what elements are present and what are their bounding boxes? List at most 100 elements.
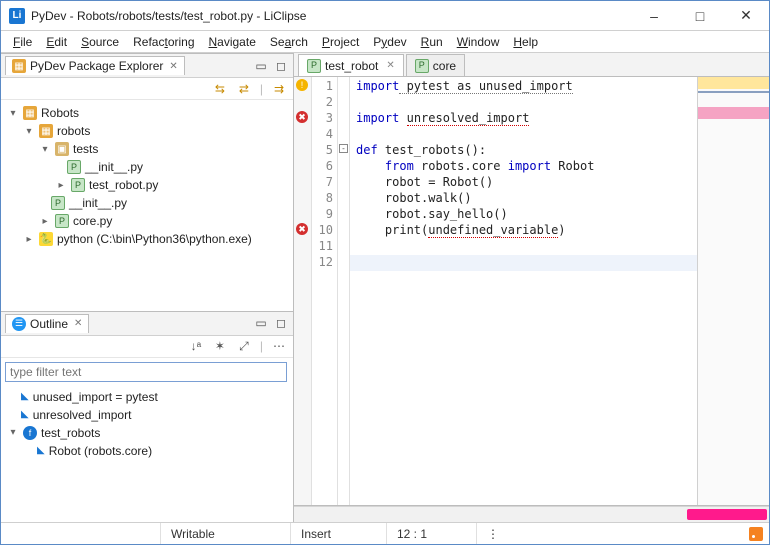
current-line [350, 255, 697, 271]
editor-tab-core[interactable]: P core [406, 54, 465, 76]
collapse-all-icon[interactable]: ⇆ [212, 81, 228, 97]
hide-fields-icon[interactable]: ✶ [212, 338, 228, 354]
overview-error[interactable] [698, 113, 769, 119]
outline-body[interactable]: ◣ unused_import = pytest ◣ unresolved_im… [1, 386, 293, 466]
close-button[interactable]: ✕ [723, 1, 769, 31]
line-number: 9 [312, 207, 337, 223]
outline-header: ☰ Outline ✕ ▭ ◻ [1, 312, 293, 336]
expand-icon[interactable]: ▾ [7, 427, 19, 438]
warning-marker-icon[interactable]: ! [296, 79, 308, 91]
expand-icon[interactable]: ▾ [23, 126, 35, 137]
file-label[interactable]: __init__.py [69, 196, 127, 210]
outline-icon: ☰ [12, 317, 26, 331]
expand-icon[interactable]: ▸ [39, 216, 51, 227]
maximize-button[interactable]: □ [677, 1, 723, 31]
fold-toggle-icon[interactable]: - [339, 144, 348, 153]
line-number: 8 [312, 191, 337, 207]
file-label[interactable]: test_robot.py [89, 178, 158, 192]
app-icon: Li [9, 8, 25, 24]
editor-tabs: P test_robot ✕ P core [294, 53, 769, 77]
line-number: 5 [312, 143, 337, 159]
link-editor-icon[interactable]: ⇄ [236, 81, 252, 97]
file-label[interactable]: core.py [73, 214, 112, 228]
python-file-icon: P [55, 214, 69, 228]
maximize-view-icon[interactable]: ◻ [273, 315, 289, 331]
minimize-view-icon[interactable]: ▭ [253, 58, 269, 74]
menu-help[interactable]: Help [507, 33, 544, 51]
folding-ruler[interactable]: - [338, 77, 350, 505]
editor-tab-test-robot[interactable]: P test_robot ✕ [298, 54, 404, 76]
status-menu[interactable]: ⋮ [477, 523, 509, 544]
editor-area: P test_robot ✕ P core ! ✖ ✖ 1 2 [294, 53, 769, 522]
view-menu-icon[interactable]: ⇉ [271, 81, 287, 97]
function-icon: f [23, 426, 37, 440]
sort-icon[interactable]: ↓ᵃ [188, 338, 204, 354]
left-column: ▦ PyDev Package Explorer ✕ ▭ ◻ ⇆ ⇄ | ⇉ [1, 53, 294, 522]
menu-file[interactable]: File [7, 33, 38, 51]
editor-horizontal-scrollbar[interactable] [294, 506, 769, 522]
code-editor[interactable]: import pytest as unused_import import un… [350, 77, 697, 505]
expand-icon[interactable]: ⤢ [236, 338, 252, 354]
outline-item[interactable]: unresolved_import [33, 408, 132, 422]
project-icon: ▦ [23, 106, 37, 120]
view-menu-icon[interactable]: ⋯ [271, 338, 287, 354]
status-writable: Writable [161, 523, 291, 544]
menu-pydev[interactable]: Pydev [367, 33, 412, 51]
folder-label[interactable]: tests [73, 142, 98, 156]
overview-warning[interactable] [698, 83, 769, 89]
titlebar[interactable]: Li PyDev - Robots/robots/tests/test_robo… [1, 1, 769, 31]
window-title: PyDev - Robots/robots/tests/test_robot.p… [31, 9, 631, 23]
maximize-view-icon[interactable]: ◻ [273, 58, 289, 74]
menu-refactoring[interactable]: Refactoring [127, 33, 200, 51]
expand-icon[interactable]: ▾ [7, 108, 19, 119]
minimize-button[interactable]: – [631, 1, 677, 31]
close-icon[interactable]: ✕ [74, 318, 82, 329]
overview-info[interactable] [698, 91, 769, 93]
scrollbar-thumb[interactable] [687, 509, 767, 520]
menu-navigate[interactable]: Navigate [203, 33, 262, 51]
folder-icon: ▣ [55, 142, 69, 156]
package-explorer-tree[interactable]: ▾ ▦ Robots ▾ ▦ robots ▾ ▣ tests [1, 100, 293, 311]
outline-tab[interactable]: ☰ Outline ✕ [5, 314, 89, 333]
overview-ruler[interactable] [697, 77, 769, 505]
close-icon[interactable]: ✕ [386, 60, 394, 71]
menu-search[interactable]: Search [264, 33, 314, 51]
status-position: 12 : 1 [387, 523, 477, 544]
file-label[interactable]: __init__.py [85, 160, 143, 174]
package-explorer-tab[interactable]: ▦ PyDev Package Explorer ✕ [5, 56, 185, 75]
project-label[interactable]: Robots [41, 106, 79, 120]
workbench-body: ▦ PyDev Package Explorer ✕ ▭ ◻ ⇆ ⇄ | ⇉ [1, 53, 769, 522]
menu-edit[interactable]: Edit [40, 33, 73, 51]
outline-toolbar: ↓ᵃ ✶ ⤢ | ⋯ [1, 336, 293, 358]
package-explorer-toolbar: ⇆ ⇄ | ⇉ [1, 78, 293, 100]
menu-window[interactable]: Window [451, 33, 506, 51]
menu-source[interactable]: Source [75, 33, 125, 51]
package-explorer-title: PyDev Package Explorer [30, 59, 163, 73]
outline-item[interactable]: Robot (robots.core) [49, 444, 152, 458]
outline-view: ☰ Outline ✕ ▭ ◻ ↓ᵃ ✶ ⤢ | ⋯ [1, 311, 293, 522]
outline-item[interactable]: test_robots [41, 426, 100, 440]
menu-project[interactable]: Project [316, 33, 365, 51]
line-number: 12 [312, 255, 337, 271]
menubar: File Edit Source Refactoring Navigate Se… [1, 31, 769, 53]
rss-icon[interactable] [749, 527, 763, 541]
error-marker-icon[interactable]: ✖ [296, 111, 308, 123]
status-insert: Insert [291, 523, 387, 544]
expand-icon[interactable]: ▾ [39, 144, 51, 155]
tab-label: core [433, 59, 456, 73]
line-number-ruler[interactable]: 1 2 3 4 5 6 7 8 9 10 11 12 [312, 77, 338, 505]
status-message [1, 523, 161, 544]
close-icon[interactable]: ✕ [169, 61, 177, 72]
expand-icon[interactable]: ▸ [55, 180, 67, 191]
package-label[interactable]: robots [57, 124, 90, 138]
python-env-label[interactable]: python (C:\bin\Python36\python.exe) [57, 232, 252, 246]
outline-filter-input[interactable] [5, 362, 287, 382]
outline-title: Outline [30, 317, 68, 331]
editor-wrap: ! ✖ ✖ 1 2 3 4 5 6 7 8 9 10 11 12 [294, 77, 769, 506]
minimize-view-icon[interactable]: ▭ [253, 315, 269, 331]
marker-ruler[interactable]: ! ✖ ✖ [294, 77, 312, 505]
expand-icon[interactable]: ▸ [23, 234, 35, 245]
menu-run[interactable]: Run [415, 33, 449, 51]
error-marker-icon[interactable]: ✖ [296, 223, 308, 235]
outline-item[interactable]: unused_import = pytest [33, 390, 158, 404]
